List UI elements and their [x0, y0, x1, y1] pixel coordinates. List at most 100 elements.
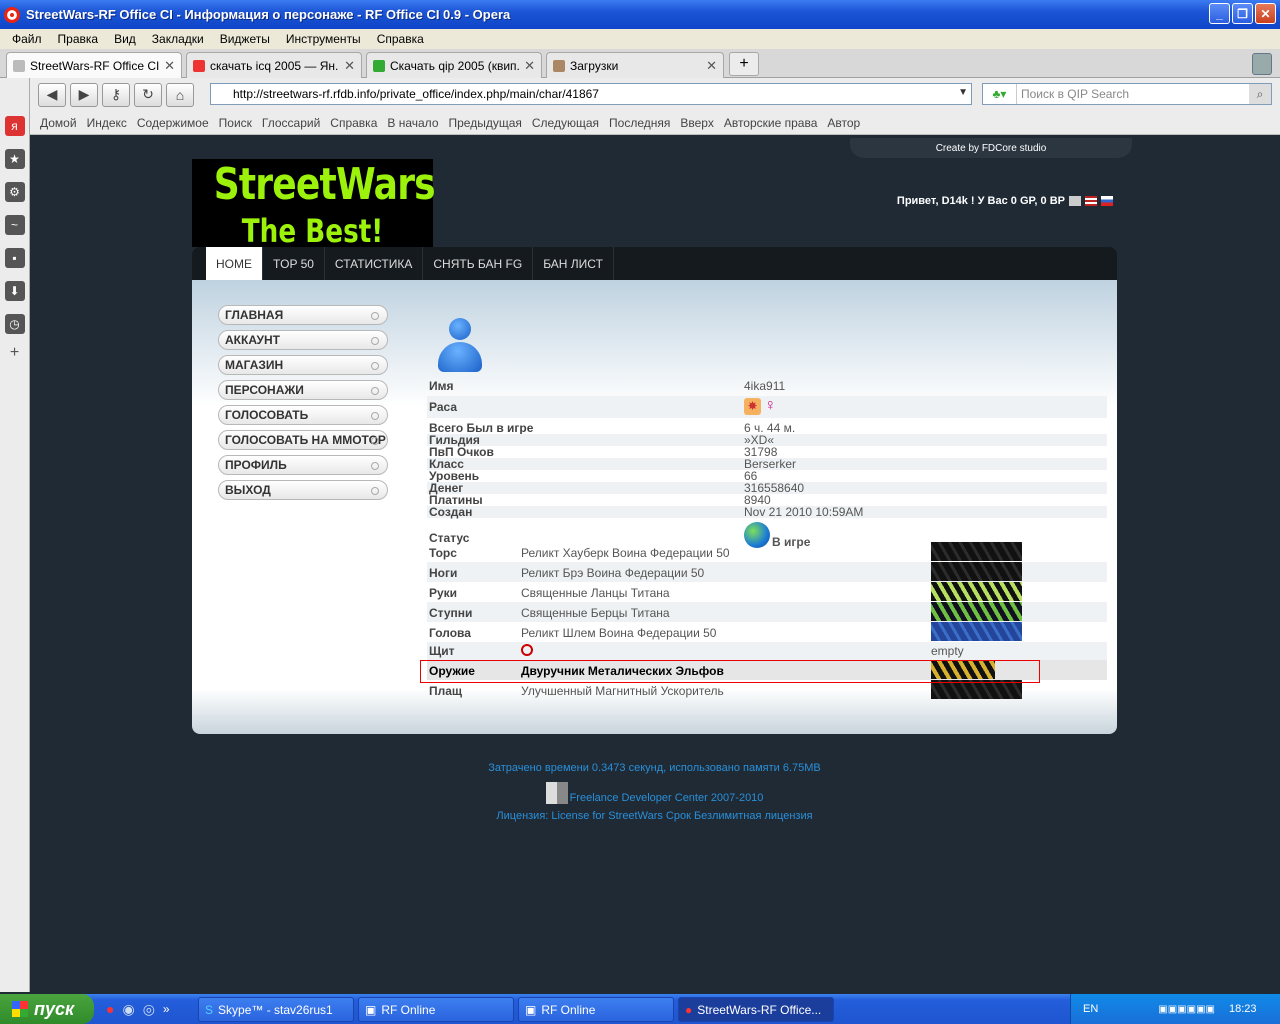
menu-main-button[interactable]: ГЛАВНАЯ [218, 305, 388, 325]
navlink-first[interactable]: В начало [382, 116, 443, 130]
opera-page-icon [13, 59, 25, 72]
navlink-home[interactable]: Домой [35, 116, 82, 130]
qip-icon [373, 59, 385, 72]
navlink-up[interactable]: Вверх [675, 116, 718, 130]
navlink-contents[interactable]: Содержимое [132, 116, 214, 130]
notes-panel-icon[interactable]: ▪ [4, 248, 25, 268]
nav-unban-fg[interactable]: СНЯТЬ БАН FG [423, 247, 534, 280]
greeting: Привет, D14k ! У Вас 0 GP, 0 BP [830, 195, 1113, 207]
footer: Затрачено времени 0.3473 секунд, использ… [192, 762, 1117, 822]
home-button[interactable]: ⌂ [166, 82, 194, 107]
menu-help[interactable]: Справка [369, 32, 432, 46]
menu-edit[interactable]: Правка [50, 32, 107, 46]
character-info: Имя 4ika911 Раса ✸ ♀ Всего Был в игре 6 ч.… [427, 380, 1107, 556]
tray-icons[interactable]: ▣▣▣▣▣▣ [1158, 1004, 1215, 1015]
tab-streetwars[interactable]: StreetWars-RF Office CI... ✕ [6, 52, 182, 78]
nav-statistics[interactable]: СТАТИСТИКА [325, 247, 424, 280]
info-row: Класс Berserker [427, 458, 1107, 470]
start-button[interactable]: пуск [0, 994, 94, 1024]
search-icon[interactable]: ⌕ [1249, 84, 1271, 104]
task-skype[interactable]: S Skype™ - stav26rus1 [198, 997, 354, 1022]
navlink-glossary[interactable]: Глоссарий [257, 116, 325, 130]
footer-license: Лицензия: License for StreetWars Срок Бе… [496, 810, 813, 822]
menu-logout-button[interactable]: ВЫХОД [218, 480, 388, 500]
equipment-row: Щит empty [427, 642, 1107, 660]
yandex-panel-icon[interactable]: я [4, 116, 25, 136]
bookmarks-panel-icon[interactable]: ★ [4, 149, 25, 169]
yandex-icon [193, 59, 205, 72]
site-banner-logo[interactable]: StreetWars The Best! [192, 159, 436, 247]
close-tab-icon[interactable]: ✕ [524, 58, 535, 74]
quicklaunch-icon[interactable]: ◉ [122, 1001, 134, 1018]
menu-widgets[interactable]: Виджеты [212, 32, 278, 46]
navlink-index[interactable]: Индекс [82, 116, 132, 130]
tab-downloads[interactable]: Загрузки ✕ [546, 52, 724, 78]
tab-icq[interactable]: скачать icq 2005 — Ян... ✕ [186, 52, 362, 78]
menu-shop-button[interactable]: МАГАЗИН [218, 355, 388, 375]
nav-home[interactable]: HOME [206, 247, 263, 280]
menu-tools[interactable]: Инструменты [278, 32, 369, 46]
navlink-help[interactable]: Справка [325, 116, 382, 130]
quicklaunch-icon[interactable]: ◎ [143, 1001, 155, 1018]
top-nav: HOME TOP 50 СТАТИСТИКА СНЯТЬ БАН FG БАН … [192, 247, 1117, 280]
footer-dev: Freelance Developer Center 2007-2010 [192, 782, 1117, 804]
opera-quicklaunch-icon[interactable]: ● [106, 1001, 114, 1017]
back-button[interactable]: ◀ [38, 82, 66, 107]
menu-bookmarks[interactable]: Закладки [144, 32, 212, 46]
navlink-prev[interactable]: Предыдущая [444, 116, 527, 130]
tab-qip[interactable]: Скачать qip 2005 (квип... ✕ [366, 52, 542, 78]
wand-button[interactable]: ⚷ [102, 82, 130, 107]
language-indicator[interactable]: EN [1083, 1003, 1098, 1015]
menu-account-button[interactable]: АККАУНТ [218, 330, 388, 350]
race-icons: ✸ ♀ [744, 398, 776, 415]
minimize-button[interactable]: _ [1209, 3, 1230, 24]
navlink-search[interactable]: Поиск [214, 116, 257, 130]
downloads-panel-icon[interactable]: ⬇ [4, 281, 25, 301]
close-tab-icon[interactable]: ✕ [706, 58, 717, 74]
nav-top50[interactable]: TOP 50 [263, 247, 325, 280]
equipment-row: Торс Реликт Хауберк Воина Федерации 50 [427, 542, 1107, 562]
info-row: Имя 4ika911 [429, 379, 786, 393]
menu-view[interactable]: Вид [106, 32, 144, 46]
close-tab-icon[interactable]: ✕ [164, 58, 175, 74]
menu-file[interactable]: Файл [4, 32, 50, 46]
left-menu: ГЛАВНАЯ АККАУНТ МАГАЗИН ПЕРСОНАЖИ ГОЛОСО… [218, 305, 388, 505]
menu-characters-button[interactable]: ПЕРСОНАЖИ [218, 380, 388, 400]
history-panel-icon[interactable]: ◷ [4, 314, 25, 334]
equipment-row: Голова Реликт Шлем Воина Федерации 50 [427, 622, 1107, 642]
menu-vote-button[interactable]: ГОЛОСОВАТЬ [218, 405, 388, 425]
task-opera[interactable]: ● StreetWars-RF Office... [678, 997, 834, 1022]
task-rf-online-1[interactable]: ▣ RF Online [358, 997, 514, 1022]
trash-icon[interactable] [1252, 53, 1272, 75]
maximize-button[interactable]: ❐ [1232, 3, 1253, 24]
task-rf-online-2[interactable]: ▣ RF Online [518, 997, 674, 1022]
menu-profile-button[interactable]: ПРОФИЛЬ [218, 455, 388, 475]
side-panel: я ★ ⚙ ~ ▪ ⬇ ◷ + [0, 78, 30, 992]
menu-vote-mmotop-button[interactable]: ГОЛОСОВАТЬ НА ММОТОР [218, 430, 388, 450]
search-input[interactable]: Поиск в QIP Search [1017, 87, 1249, 101]
tab-bar: StreetWars-RF Office CI... ✕ скачать icq… [0, 49, 1280, 78]
close-button[interactable]: ✕ [1255, 3, 1276, 24]
add-panel-icon[interactable]: + [5, 343, 25, 363]
flag-icon [1069, 196, 1081, 206]
forward-button[interactable]: ▶ [70, 82, 98, 107]
search-engine-icon[interactable]: ♣▾ [983, 84, 1017, 104]
navlink-copyright[interactable]: Авторские права [719, 116, 823, 130]
navlink-next[interactable]: Следующая [527, 116, 604, 130]
widgets-panel-icon[interactable]: ⚙ [4, 182, 25, 202]
nav-banlist[interactable]: БАН ЛИСТ [533, 247, 614, 280]
equipment-row: Плащ Улучшенный Магнитный Ускоритель [427, 680, 1107, 700]
us-flag-icon[interactable] [1085, 196, 1097, 206]
reload-button[interactable]: ↻ [134, 82, 162, 107]
search-field[interactable]: ♣▾ Поиск в QIP Search ⌕ [982, 83, 1272, 105]
ru-flag-icon[interactable] [1101, 196, 1113, 206]
address-field[interactable]: http://streetwars-rf.rfdb.info/private_o… [210, 83, 972, 105]
item-image [931, 582, 1022, 601]
chevron-right-icon[interactable]: » [163, 1002, 170, 1016]
transfers-panel-icon[interactable]: ~ [4, 215, 25, 235]
navlink-last[interactable]: Последняя [604, 116, 675, 130]
new-tab-button[interactable]: + [729, 52, 759, 76]
close-tab-icon[interactable]: ✕ [344, 58, 355, 74]
chevron-down-icon[interactable]: ▼ [958, 87, 968, 98]
navlink-author[interactable]: Автор [822, 116, 865, 130]
